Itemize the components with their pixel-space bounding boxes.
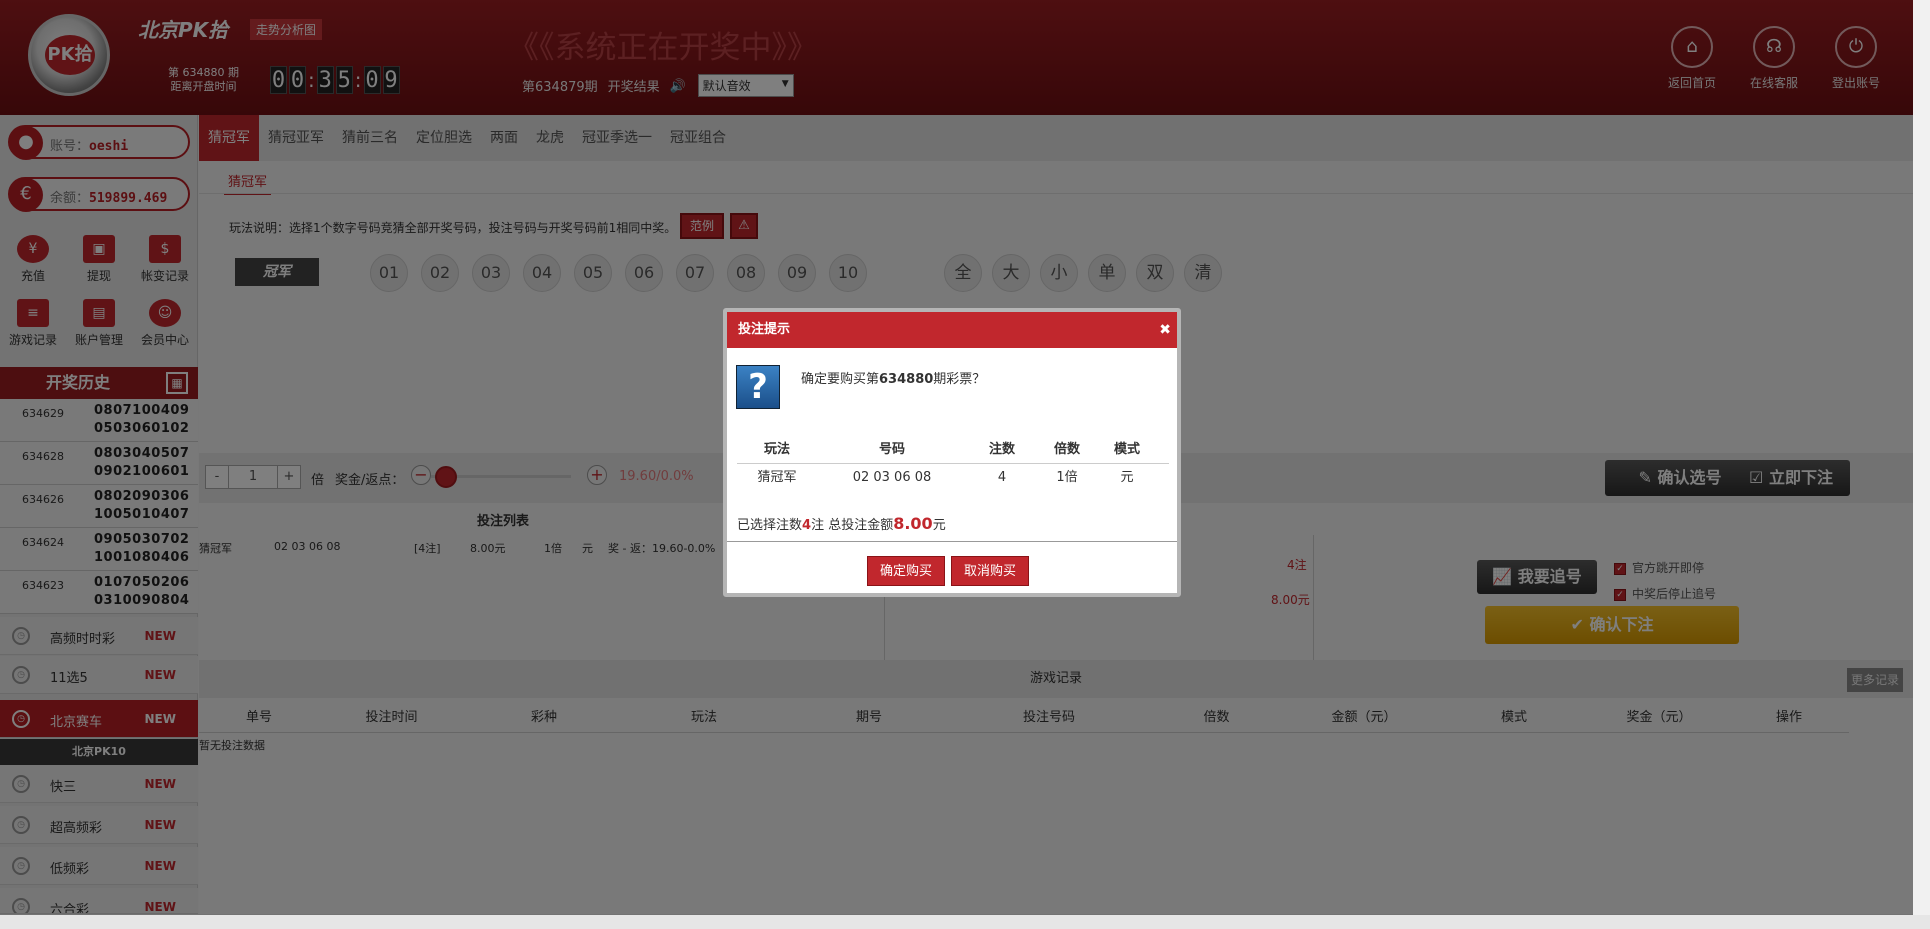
- question-pre: 确定要购买第: [801, 372, 880, 387]
- dialog-header: 投注提示 ✖: [727, 312, 1177, 348]
- page-scrollbar[interactable]: [1913, 0, 1930, 915]
- summary-amount: 8.00: [893, 514, 933, 533]
- column-header: 倍数: [1053, 442, 1080, 457]
- table-cell: 4: [997, 470, 1007, 485]
- dialog-summary: 已选择注数4注 总投注金额8.00元: [737, 514, 946, 533]
- dialog-table-row: 猜冠军 02 03 06 08 4 1倍 元: [737, 464, 1169, 492]
- divider: [727, 541, 1177, 542]
- bet-confirm-dialog: 投注提示 ✖ ? 确定要购买第634880期彩票？ 玩法 号码 注数 倍数 模式…: [723, 308, 1181, 597]
- question-issue: 634880: [879, 372, 934, 387]
- table-cell: 元: [1120, 470, 1134, 485]
- column-header: 玩法: [763, 442, 790, 457]
- cancel-purchase-button[interactable]: 取消购买: [951, 556, 1029, 586]
- dialog-table-header: 玩法 号码 注数 倍数 模式: [737, 436, 1169, 464]
- close-icon[interactable]: ✖: [1159, 312, 1171, 348]
- dialog-question: 确定要购买第634880期彩票？: [801, 368, 985, 387]
- dialog-title: 投注提示: [738, 322, 791, 337]
- column-header: 号码: [878, 442, 905, 457]
- question-icon: ?: [736, 365, 780, 409]
- confirm-purchase-button[interactable]: 确定购买: [867, 556, 945, 586]
- summary-count: 4: [802, 518, 812, 533]
- summary-mid: 注 总投注金额: [811, 518, 894, 533]
- bottom-strip: [0, 914, 1930, 929]
- column-header: 注数: [988, 442, 1015, 457]
- summary-post: 元: [932, 518, 946, 533]
- dialog-bet-table: 玩法 号码 注数 倍数 模式 猜冠军 02 03 06 08 4 1倍 元: [737, 436, 1169, 492]
- summary-pre: 已选择注数: [737, 518, 803, 533]
- question-post: 期彩票？: [933, 372, 986, 387]
- table-cell: 1倍: [1056, 470, 1078, 485]
- column-header: 模式: [1113, 442, 1140, 457]
- table-cell: 02 03 06 08: [852, 470, 932, 485]
- table-cell: 猜冠军: [757, 470, 797, 485]
